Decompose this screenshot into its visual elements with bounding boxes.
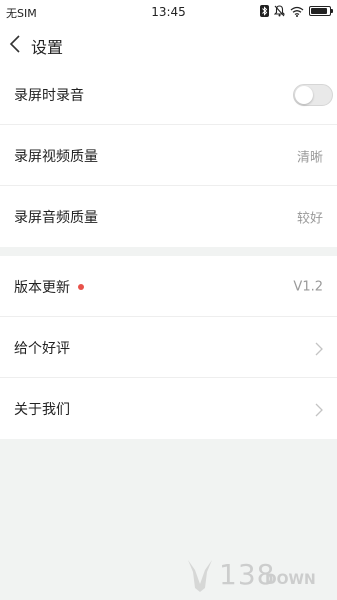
setting-label: 给个好评 — [14, 340, 70, 357]
setting-video-quality[interactable]: 录屏视频质量 清晰 — [0, 125, 337, 186]
version-value: V1.2 — [293, 279, 323, 294]
page-title: 设置 — [31, 38, 64, 57]
setting-label: 录屏音频质量 — [14, 209, 98, 226]
chevron-right-icon — [315, 341, 323, 355]
record-audio-toggle[interactable] — [293, 83, 333, 106]
wifi-icon — [290, 6, 304, 17]
back-button[interactable] — [8, 33, 24, 55]
setting-label: 版本更新 — [14, 279, 70, 296]
bluetooth-icon — [260, 5, 269, 17]
setting-version-update[interactable]: 版本更新 V1.2 — [0, 256, 337, 317]
watermark-logo: 138 DOWN — [185, 556, 335, 596]
setting-value: 清晰 — [296, 150, 323, 165]
chevron-right-icon — [315, 402, 323, 416]
setting-value: 较好 — [296, 211, 323, 226]
settings-group-about: 版本更新 V1.2 给个好评 关于我们 — [0, 256, 337, 439]
mute-icon — [274, 5, 285, 17]
setting-label: 录屏时录音 — [14, 87, 84, 104]
settings-group-recording: 录屏时录音 录屏视频质量 清晰 录屏音频质量 较好 — [0, 64, 337, 247]
update-badge-dot — [78, 283, 84, 290]
toggle-knob — [295, 85, 313, 104]
battery-icon — [309, 6, 333, 16]
setting-about-us[interactable]: 关于我们 — [0, 378, 337, 439]
status-bar: 无SIM 13:45 — [0, 0, 337, 24]
status-icons — [260, 5, 333, 17]
chevron-left-icon — [9, 35, 20, 53]
watermark-emblem-icon — [188, 560, 212, 592]
setting-label: 关于我们 — [14, 401, 70, 418]
nav-bar: 设置 — [0, 24, 337, 64]
setting-audio-quality[interactable]: 录屏音频质量 较好 — [0, 186, 337, 247]
watermark-suffix: DOWN — [265, 572, 316, 588]
setting-rate-app[interactable]: 给个好评 — [0, 317, 337, 378]
setting-label: 录屏视频质量 — [14, 148, 98, 165]
setting-record-audio[interactable]: 录屏时录音 — [0, 64, 337, 125]
